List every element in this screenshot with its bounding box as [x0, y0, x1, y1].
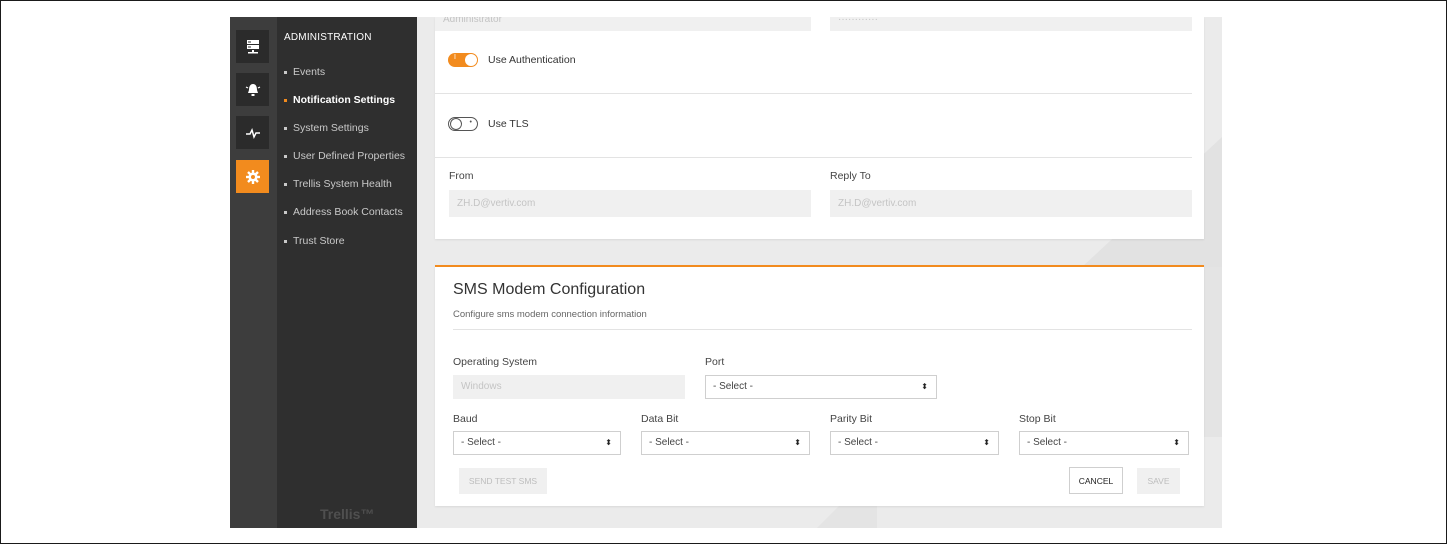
use-authentication-toggle[interactable]: I [448, 53, 478, 67]
cancel-button[interactable]: CANCEL [1069, 467, 1123, 494]
data-bit-select[interactable]: - Select - ⬍ [641, 431, 810, 455]
operating-system-label: Operating System [453, 356, 538, 368]
reply-to-field[interactable]: ZH.D@vertiv.com [830, 190, 1192, 217]
parity-bit-select[interactable]: - Select - ⬍ [830, 431, 999, 455]
divider [435, 93, 1192, 94]
reply-to-label: Reply To [830, 170, 871, 182]
main-content: Administrator ············ I Use Authent… [417, 17, 1222, 528]
operating-system-field[interactable]: Windows [453, 375, 685, 399]
nav-item-address-book-contacts[interactable]: Address Book Contacts [284, 206, 403, 218]
sms-card-subtitle: Configure sms modem connection informati… [453, 309, 647, 320]
select-arrows-icon: ⬍ [794, 438, 801, 447]
stop-bit-label: Stop Bit [1019, 413, 1056, 425]
stop-bit-select[interactable]: - Select - ⬍ [1019, 431, 1189, 455]
username-field[interactable]: Administrator [435, 17, 811, 31]
baud-select[interactable]: - Select - ⬍ [453, 431, 621, 455]
select-arrows-icon: ⬍ [1173, 438, 1180, 447]
sms-card-title: SMS Modem Configuration [453, 281, 646, 298]
nav-item-notification-settings[interactable]: Notification Settings [284, 94, 395, 106]
parity-bit-label: Parity Bit [830, 413, 873, 425]
select-arrows-icon: ⬍ [605, 438, 612, 447]
icon-rail [230, 17, 277, 528]
send-test-sms-button[interactable]: SEND TEST SMS [459, 468, 547, 494]
select-arrows-icon: ⬍ [983, 438, 990, 447]
brand-logo: Trellis™ [320, 506, 375, 522]
nav-item-system-settings[interactable]: System Settings [284, 122, 369, 134]
nav-item-events[interactable]: Events [284, 66, 325, 78]
use-authentication-label: Use Authentication [488, 54, 576, 66]
from-label: From [449, 170, 474, 182]
save-button[interactable]: SAVE [1137, 468, 1180, 494]
nav-item-user-defined-properties[interactable]: User Defined Properties [284, 150, 405, 162]
sms-modem-card: SMS Modem Configuration Configure sms mo… [435, 265, 1204, 506]
alarm-bell-icon[interactable] [236, 73, 269, 106]
port-label: Port [705, 356, 725, 368]
port-select[interactable]: - Select - ⬍ [705, 375, 937, 399]
baud-label: Baud [453, 413, 478, 425]
data-bit-label: Data Bit [641, 413, 679, 425]
from-field[interactable]: ZH.D@vertiv.com [449, 190, 811, 217]
use-tls-toggle[interactable]: • [448, 117, 478, 131]
email-settings-card: Administrator ············ I Use Authent… [435, 17, 1204, 239]
nav-item-trellis-system-health[interactable]: Trellis System Health [284, 178, 392, 190]
app-shell: ADMINISTRATION Events Notification Setti… [230, 17, 1222, 528]
divider [435, 157, 1192, 158]
admin-nav: ADMINISTRATION Events Notification Setti… [277, 17, 417, 528]
password-field[interactable]: ············ [830, 17, 1192, 31]
select-arrows-icon: ⬍ [921, 382, 928, 391]
nav-item-trust-store[interactable]: Trust Store [284, 235, 345, 247]
divider [453, 329, 1192, 330]
gear-icon[interactable] [236, 160, 269, 193]
server-icon[interactable] [236, 30, 269, 63]
pulse-icon[interactable] [236, 116, 269, 149]
nav-section-title: ADMINISTRATION [284, 32, 372, 43]
use-tls-label: Use TLS [488, 118, 529, 130]
